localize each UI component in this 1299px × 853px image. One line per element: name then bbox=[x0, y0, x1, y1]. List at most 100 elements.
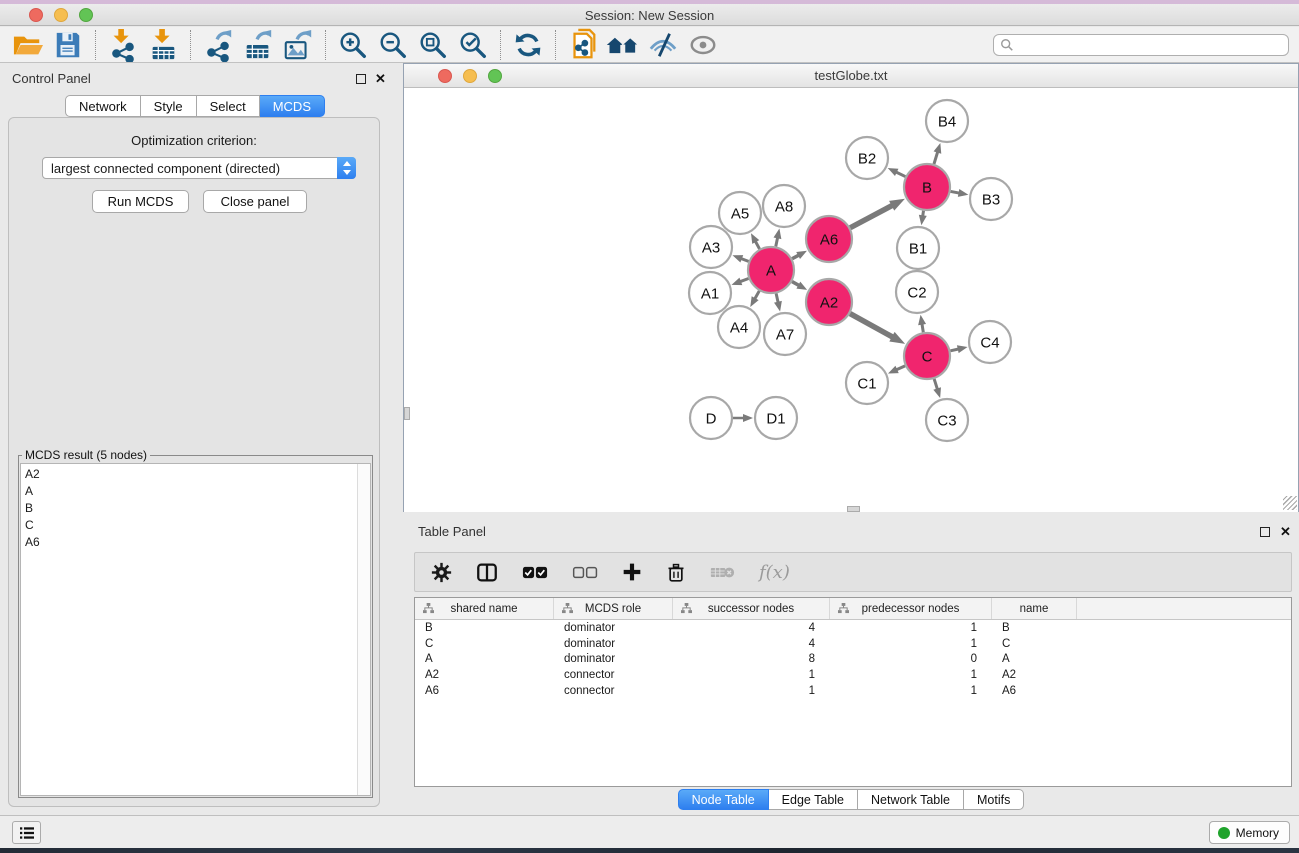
column-header-predecessor-nodes[interactable]: predecessor nodes bbox=[830, 598, 992, 619]
table-row[interactable]: Cdominator41C bbox=[415, 636, 1291, 652]
mcds-result-item[interactable]: B bbox=[25, 500, 354, 517]
hide-selected-button[interactable] bbox=[643, 28, 683, 62]
zoom-out-button[interactable] bbox=[373, 28, 413, 62]
edge-arrowhead-icon bbox=[750, 296, 758, 307]
edge-arrowhead-icon bbox=[957, 345, 968, 353]
edge-arrowhead-icon bbox=[919, 215, 927, 225]
network-graph[interactable]: B4B2BB3A5A8A6A3AB1A1C2A2A4A7C4CC1C3DD1 bbox=[404, 89, 1298, 512]
export-network-button[interactable] bbox=[198, 28, 238, 62]
close-table-panel-icon[interactable]: ✕ bbox=[1280, 525, 1291, 538]
graph-node-label-A7: A7 bbox=[776, 327, 794, 344]
export-table-button[interactable] bbox=[238, 28, 278, 62]
refresh-view-button[interactable] bbox=[508, 28, 548, 62]
run-mcds-button[interactable]: Run MCDS bbox=[92, 190, 189, 213]
checked-boxes-icon bbox=[522, 566, 548, 579]
optimization-criterion-select[interactable]: largest connected component (directed) bbox=[42, 157, 356, 179]
column-header-label: name bbox=[1020, 603, 1049, 615]
table-row[interactable]: A2connector11A2 bbox=[415, 667, 1291, 683]
mcds-result-item[interactable]: A6 bbox=[25, 534, 354, 551]
function-builder-button-disabled[interactable]: f(x) bbox=[759, 562, 790, 583]
mcds-result-item[interactable]: A2 bbox=[25, 466, 354, 483]
column-header-name[interactable]: name bbox=[992, 598, 1077, 619]
graph-edge-A6-B[interactable] bbox=[850, 205, 893, 228]
node-table[interactable]: shared nameMCDS rolesuccessor nodes prede… bbox=[414, 597, 1292, 787]
select-all-columns-button[interactable] bbox=[522, 566, 548, 579]
tab-edge-table[interactable]: Edge Table bbox=[769, 789, 858, 810]
table-cell: 4 bbox=[673, 622, 830, 634]
zoom-selected-button[interactable] bbox=[453, 28, 493, 62]
mcds-result-item[interactable]: C bbox=[25, 517, 354, 534]
unselect-all-columns-button[interactable] bbox=[572, 566, 598, 579]
app-title: Session: New Session bbox=[0, 8, 1299, 23]
search-input[interactable] bbox=[1014, 36, 1288, 54]
toolbar-separator bbox=[190, 30, 191, 60]
save-session-button[interactable] bbox=[48, 28, 88, 62]
table-row[interactable]: A6connector11A6 bbox=[415, 683, 1291, 699]
table-cell: dominator bbox=[554, 653, 673, 665]
mcds-result-list[interactable]: A2ABCA6 bbox=[20, 463, 371, 796]
graph-edge-A2-C[interactable] bbox=[850, 314, 894, 338]
close-panel-icon[interactable]: ✕ bbox=[375, 72, 386, 85]
search-box[interactable] bbox=[993, 34, 1289, 56]
table-cell: 0 bbox=[830, 653, 992, 665]
app-titlebar: Session: New Session bbox=[0, 4, 1299, 26]
table-body: Bdominator41BCdominator41CAdominator80AA… bbox=[415, 620, 1291, 699]
column-header-MCDS-role[interactable]: MCDS role bbox=[554, 598, 673, 619]
delete-columns-button[interactable] bbox=[666, 562, 686, 583]
network-canvas[interactable]: B4B2BB3A5A8A6A3AB1A1C2A2A4A7C4CC1C3DD1 bbox=[404, 89, 1298, 512]
tab-style[interactable]: Style bbox=[141, 95, 197, 117]
first-neighbors-button[interactable] bbox=[603, 28, 643, 62]
graph-node-label-A5: A5 bbox=[731, 206, 749, 223]
zoom-fit-button[interactable] bbox=[413, 28, 453, 62]
table-row[interactable]: Adominator80A bbox=[415, 652, 1291, 668]
graph-node-label-A2: A2 bbox=[820, 295, 838, 312]
task-history-button[interactable] bbox=[12, 821, 41, 844]
tab-node-table[interactable]: Node Table bbox=[678, 789, 769, 810]
column-header-shared-name[interactable]: shared name bbox=[415, 598, 554, 619]
network-window-titlebar[interactable]: testGlobe.txt bbox=[404, 64, 1298, 88]
column-header-label: predecessor nodes bbox=[862, 603, 960, 615]
canvas-vertical-scroll-mark[interactable] bbox=[404, 407, 410, 420]
graph-node-label-C1: C1 bbox=[857, 376, 876, 393]
table-row[interactable]: Bdominator41B bbox=[415, 620, 1291, 636]
close-panel-button[interactable]: Close panel bbox=[203, 190, 307, 213]
window-resize-grip[interactable] bbox=[1283, 496, 1297, 510]
tab-mcds[interactable]: MCDS bbox=[260, 95, 325, 117]
selected-criterion: largest connected component (directed) bbox=[43, 161, 338, 176]
create-column-button[interactable] bbox=[622, 562, 642, 582]
edge-arrowhead-icon bbox=[888, 366, 899, 374]
table-cell: 1 bbox=[830, 638, 992, 650]
import-table-button[interactable] bbox=[143, 28, 183, 62]
mcds-result-item[interactable]: A bbox=[25, 483, 354, 500]
clone-network-icon bbox=[567, 28, 599, 62]
canvas-horizontal-scroll-mark[interactable] bbox=[847, 506, 860, 512]
column-header-successor-nodes[interactable]: successor nodes bbox=[673, 598, 830, 619]
column-tree-icon bbox=[562, 603, 573, 617]
memory-button[interactable]: Memory bbox=[1209, 821, 1290, 844]
open-session-button[interactable] bbox=[8, 28, 48, 62]
clone-network-button[interactable] bbox=[563, 28, 603, 62]
import-network-button[interactable] bbox=[103, 28, 143, 62]
delete-table-button-disabled[interactable] bbox=[710, 565, 735, 580]
float-panel-icon[interactable] bbox=[356, 74, 366, 84]
column-header-filler bbox=[1077, 598, 1291, 619]
table-options-button[interactable] bbox=[431, 562, 452, 583]
eye-slash-icon bbox=[647, 30, 679, 60]
tab-motifs[interactable]: Motifs bbox=[964, 789, 1024, 810]
tab-select[interactable]: Select bbox=[197, 95, 260, 117]
result-list-scrollbar[interactable] bbox=[357, 464, 370, 795]
tab-network[interactable]: Network bbox=[65, 95, 141, 117]
export-image-button[interactable] bbox=[278, 28, 318, 62]
show-column-panel-button[interactable] bbox=[476, 562, 498, 583]
edge-arrowhead-icon bbox=[958, 189, 969, 197]
network-view-window: testGlobe.txt B4B2BB3A5A8A6A3AB1A1C2A2A4… bbox=[403, 63, 1299, 512]
graph-edge-B-B4[interactable] bbox=[934, 151, 938, 164]
show-all-button[interactable] bbox=[683, 28, 723, 62]
zoom-in-button[interactable] bbox=[333, 28, 373, 62]
edge-arrowhead-icon bbox=[796, 282, 807, 290]
float-table-panel-icon[interactable] bbox=[1260, 527, 1270, 537]
toolbar-separator bbox=[325, 30, 326, 60]
tab-network-table[interactable]: Network Table bbox=[858, 789, 964, 810]
delete-table-icon bbox=[710, 565, 735, 580]
control-panel-tabs: NetworkStyleSelectMCDS bbox=[0, 95, 390, 117]
